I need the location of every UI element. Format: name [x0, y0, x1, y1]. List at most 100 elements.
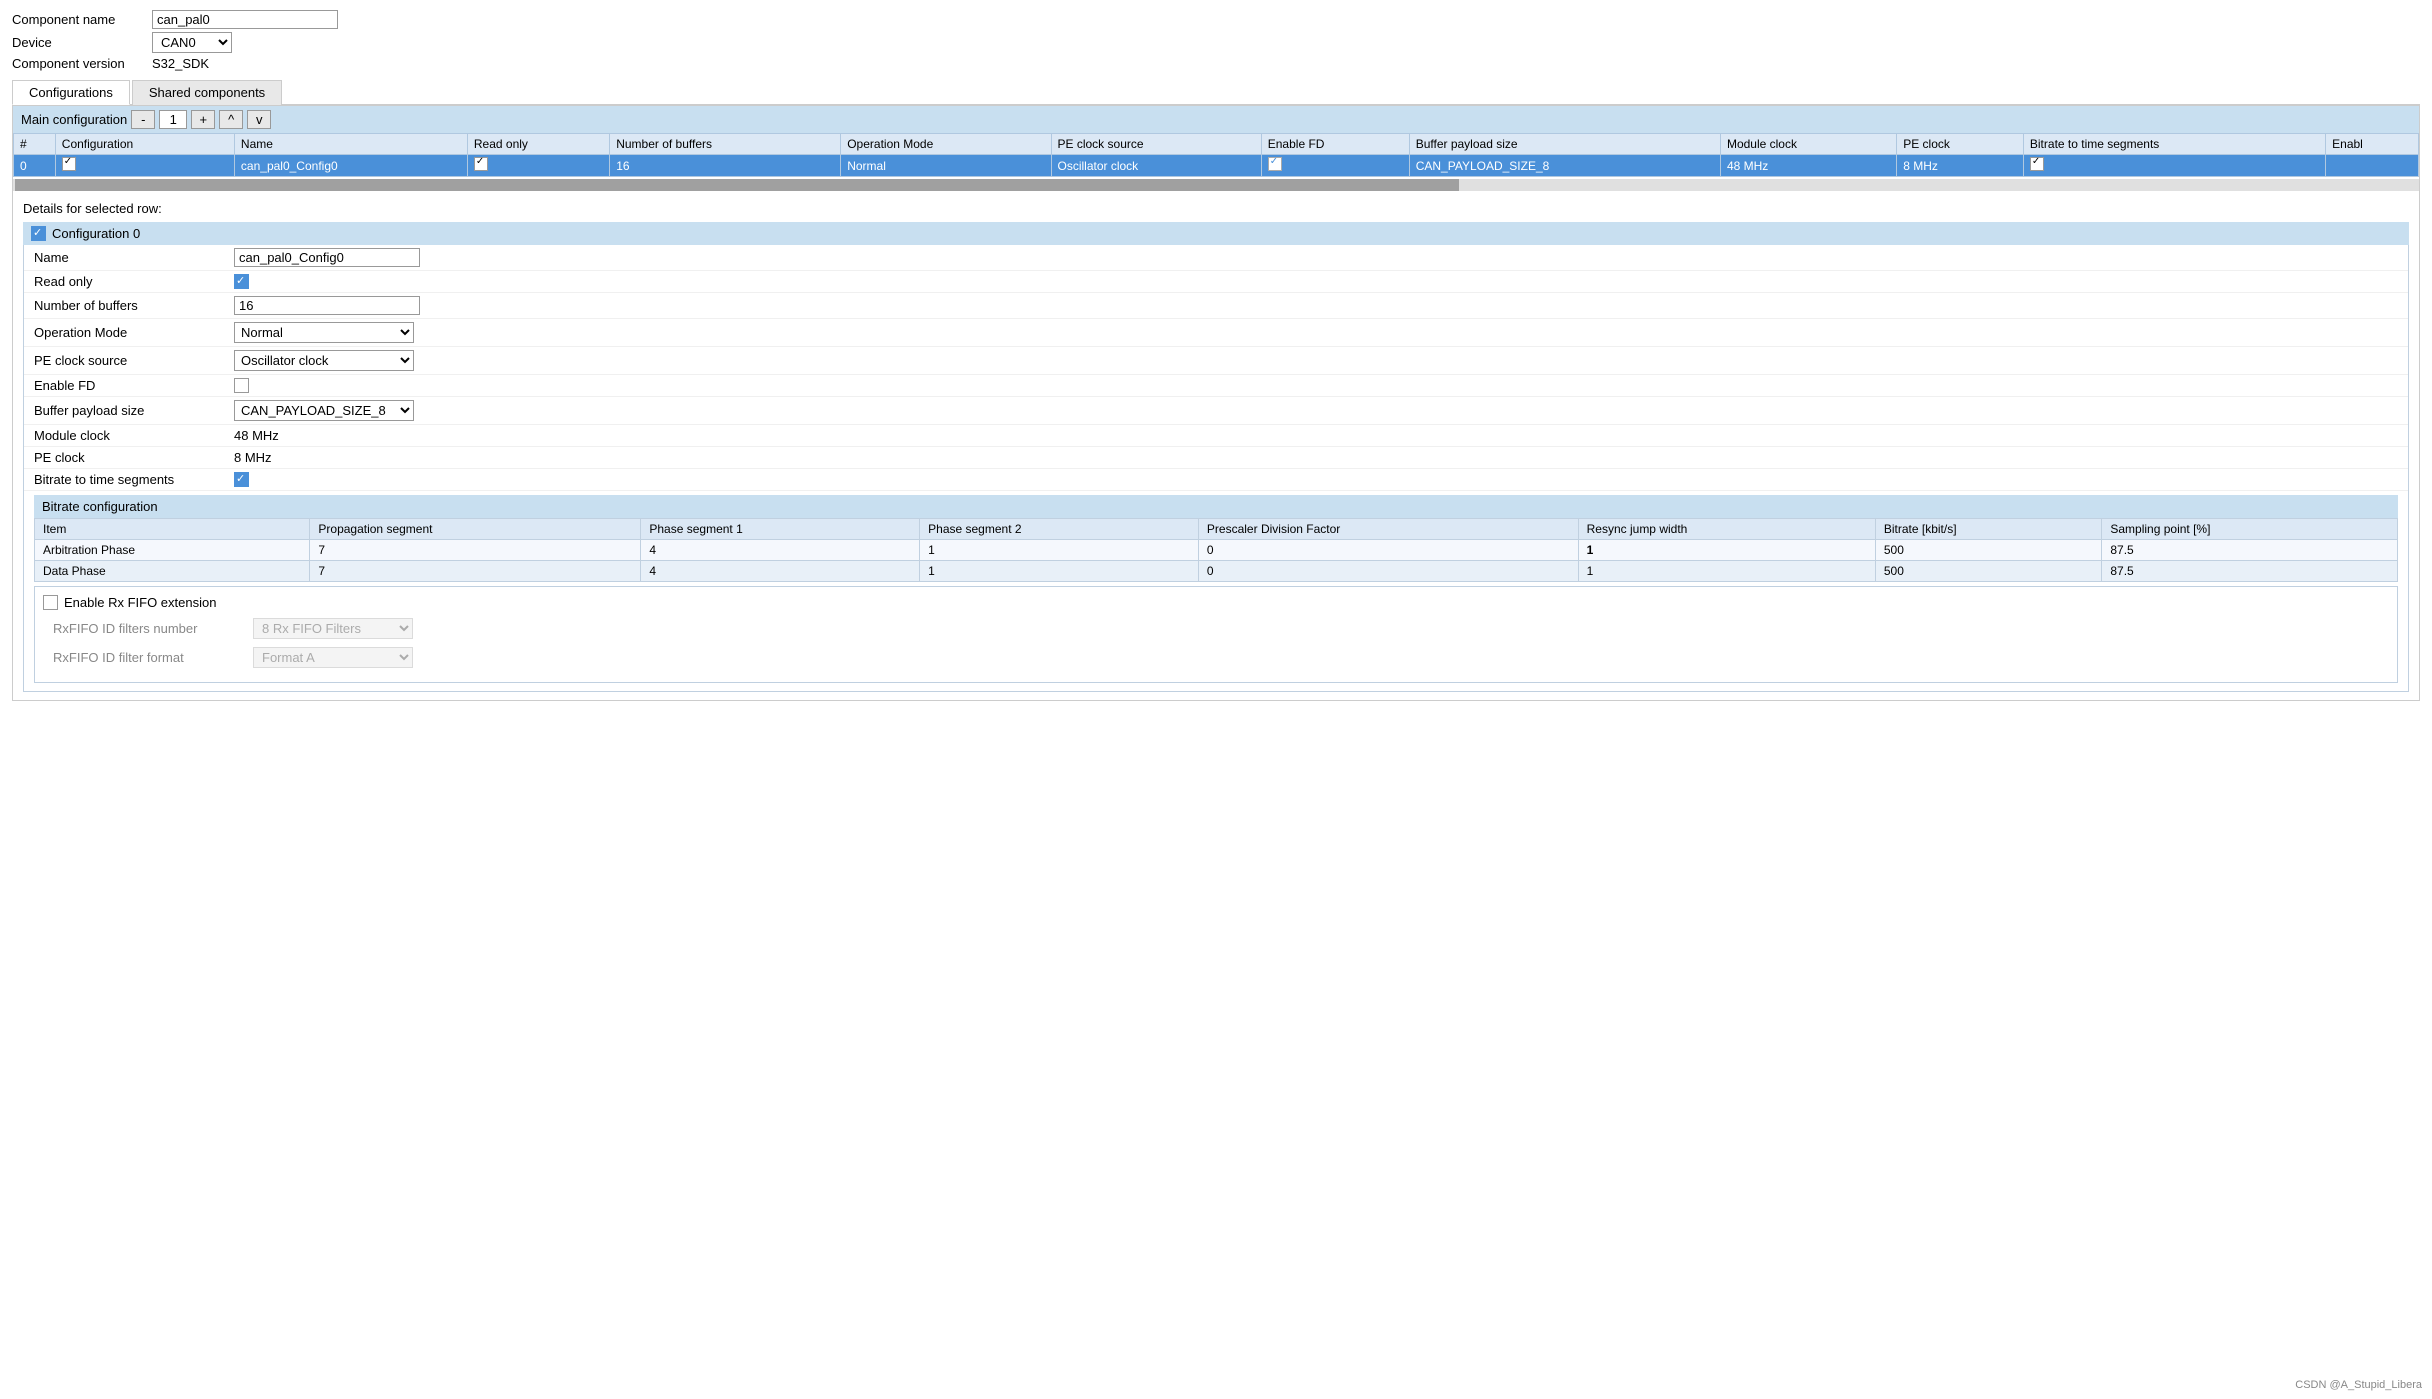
col-num: # — [14, 134, 56, 155]
table-scrollbar[interactable] — [13, 179, 2419, 191]
cell-bitrate — [2023, 155, 2325, 177]
enable-fd-row: Enable FD — [24, 375, 2408, 397]
cell-name: can_pal0_Config0 — [234, 155, 467, 177]
cell-arb-phase2: 1 — [920, 540, 1199, 561]
watermark: CSDN @A_Stupid_Libera — [2295, 1379, 2422, 1391]
bcol-phase-seg1: Phase segment 1 — [641, 519, 920, 540]
enable-fd-label: Enable FD — [34, 378, 234, 393]
name-input[interactable] — [234, 248, 420, 267]
plus-button[interactable]: + — [191, 110, 215, 129]
cell-data-phase2: 1 — [920, 561, 1199, 582]
filter-format-select[interactable]: Format A — [253, 647, 413, 668]
component-name-row: Component name — [12, 10, 2420, 29]
cell-pe-clock: 8 MHz — [1897, 155, 2024, 177]
col-enable-fd: Enable FD — [1261, 134, 1409, 155]
buffer-payload-label: Buffer payload size — [34, 403, 234, 418]
pe-clock-label: PE clock — [34, 450, 234, 465]
read-only-label: Read only — [34, 274, 234, 289]
bitrate-checkbox[interactable] — [234, 472, 249, 487]
name-label: Name — [34, 250, 234, 265]
col-num-buffers: Number of buffers — [610, 134, 841, 155]
main-panel: Main configuration - + ^ v # Configurati… — [12, 105, 2420, 701]
device-label: Device — [12, 35, 152, 50]
cell-enable-fd — [1261, 155, 1409, 177]
num-buffers-input[interactable] — [234, 296, 420, 315]
main-container: Component name Device CAN0 Component ver… — [0, 0, 2432, 1399]
pe-clock-row: PE clock 8 MHz — [24, 447, 2408, 469]
cell-data-prop: 7 — [310, 561, 641, 582]
op-mode-row: Operation Mode Normal — [24, 319, 2408, 347]
cell-buffer-payload: CAN_PAYLOAD_SIZE_8 — [1409, 155, 1720, 177]
pe-clock-source-label: PE clock source — [34, 353, 234, 368]
col-module-clock: Module clock — [1720, 134, 1896, 155]
config-number-input[interactable] — [159, 110, 187, 129]
bitrate-row-arbitration[interactable]: Arbitration Phase 7 4 1 0 1 500 87.5 — [35, 540, 2398, 561]
rx-fifo-header: Enable Rx FIFO extension — [43, 595, 2389, 610]
tab-shared-components[interactable]: Shared components — [132, 80, 282, 105]
col-bitrate: Bitrate to time segments — [2023, 134, 2325, 155]
down-button[interactable]: v — [247, 110, 271, 129]
cell-data-item: Data Phase — [35, 561, 310, 582]
cell-read-only — [467, 155, 609, 177]
version-value: S32_SDK — [152, 56, 209, 71]
module-clock-row: Module clock 48 MHz — [24, 425, 2408, 447]
col-pe-clock-source: PE clock source — [1051, 134, 1261, 155]
cell-op-mode: Normal — [841, 155, 1051, 177]
bcol-item: Item — [35, 519, 310, 540]
module-clock-value: 48 MHz — [234, 428, 279, 443]
tabs-row: Configurations Shared components — [12, 79, 2420, 105]
cell-config — [55, 155, 234, 177]
buffer-payload-row: Buffer payload size CAN_PAYLOAD_SIZE_8 — [24, 397, 2408, 425]
cell-data-phase1: 4 — [641, 561, 920, 582]
bitrate-row-data[interactable]: Data Phase 7 4 1 0 1 500 87.5 — [35, 561, 2398, 582]
tab-configurations[interactable]: Configurations — [12, 80, 130, 105]
header-section: Component name Device CAN0 Component ver… — [12, 10, 2420, 71]
pe-clock-source-row: PE clock source Oscillator clock — [24, 347, 2408, 375]
bitrate-subsection: Bitrate configuration Item Propagation s… — [34, 495, 2398, 582]
config-table: # Configuration Name Read only Number of… — [13, 133, 2419, 177]
bitrate-title: Bitrate configuration — [42, 499, 158, 514]
main-config-label: Main configuration — [21, 112, 127, 127]
read-only-row: Read only — [24, 271, 2408, 293]
cell-num-buffers: 16 — [610, 155, 841, 177]
filters-number-label: RxFIFO ID filters number — [53, 621, 253, 636]
read-only-checkbox[interactable] — [234, 274, 249, 289]
rx-fifo-container: Enable Rx FIFO extension RxFIFO ID filte… — [34, 586, 2398, 683]
cell-arb-prop: 7 — [310, 540, 641, 561]
bitrate-header-row: Item Propagation segment Phase segment 1… — [35, 519, 2398, 540]
cell-data-bitrate: 500 — [1875, 561, 2102, 582]
col-configuration: Configuration — [55, 134, 234, 155]
main-config-bar: Main configuration - + ^ v — [13, 106, 2419, 133]
col-read-only: Read only — [467, 134, 609, 155]
name-row: Name — [24, 245, 2408, 271]
config0-checkbox[interactable] — [31, 226, 46, 241]
bcol-bitrate: Bitrate [kbit/s] — [1875, 519, 2102, 540]
config0-header: Configuration 0 — [23, 222, 2409, 245]
device-row: Device CAN0 — [12, 32, 2420, 53]
version-row: Component version S32_SDK — [12, 56, 2420, 71]
cell-arb-sampling: 87.5 — [2102, 540, 2398, 561]
minus-button[interactable]: - — [131, 110, 155, 129]
bcol-prop-seg: Propagation segment — [310, 519, 641, 540]
pe-clock-source-select[interactable]: Oscillator clock — [234, 350, 414, 371]
op-mode-select[interactable]: Normal — [234, 322, 414, 343]
buffer-payload-select[interactable]: CAN_PAYLOAD_SIZE_8 — [234, 400, 414, 421]
table-row[interactable]: 0 can_pal0_Config0 16 Normal Oscillator … — [14, 155, 2419, 177]
component-name-input[interactable] — [152, 10, 338, 29]
col-enabl: Enabl — [2326, 134, 2419, 155]
filters-number-select[interactable]: 8 Rx FIFO Filters — [253, 618, 413, 639]
table-header-row: # Configuration Name Read only Number of… — [14, 134, 2419, 155]
col-name: Name — [234, 134, 467, 155]
scrollbar-thumb — [15, 179, 1459, 191]
up-button[interactable]: ^ — [219, 110, 243, 129]
cell-data-resync: 1 — [1578, 561, 1875, 582]
rx-fifo-format-row: RxFIFO ID filter format Format A — [43, 645, 2389, 670]
bitrate-header: Bitrate configuration — [34, 495, 2398, 518]
enable-fd-checkbox[interactable] — [234, 378, 249, 393]
device-select[interactable]: CAN0 — [152, 32, 232, 53]
cell-data-prescaler: 0 — [1198, 561, 1578, 582]
op-mode-label: Operation Mode — [34, 325, 234, 340]
pe-clock-value: 8 MHz — [234, 450, 272, 465]
details-section: Details for selected row: Configuration … — [13, 193, 2419, 700]
rx-fifo-checkbox[interactable] — [43, 595, 58, 610]
